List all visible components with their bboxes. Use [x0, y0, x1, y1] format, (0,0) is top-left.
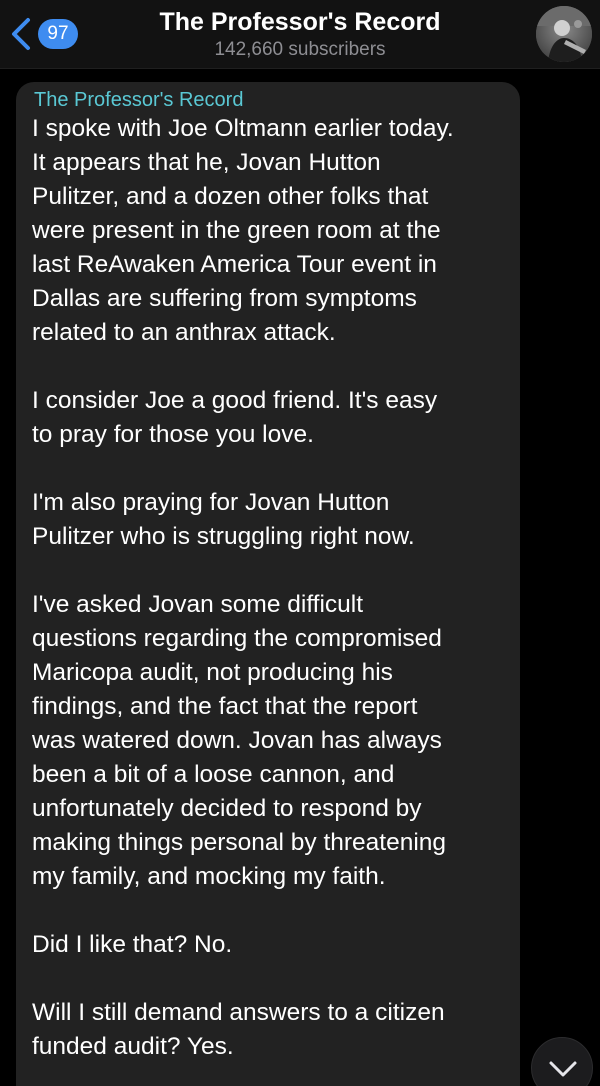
back-button[interactable]: 97 [8, 14, 78, 54]
unread-count-badge: 97 [38, 19, 78, 49]
channel-info[interactable]: The Professor's Record 142,660 subscribe… [120, 6, 480, 62]
telegram-channel-screen: 97 The Professor's Record 142,660 subscr… [0, 0, 600, 1086]
message-bubble[interactable]: The Professor's Record I spoke with Joe … [16, 82, 520, 1086]
message-paragraph: I spoke with Joe Oltmann earlier today. … [32, 115, 454, 346]
message-author[interactable]: The Professor's Record [34, 88, 502, 112]
message-paragraph: I'm also praying for Jovan Hutton Pulitz… [32, 489, 415, 550]
chevron-left-icon [12, 18, 30, 50]
avatar-photo [536, 6, 592, 62]
message-paragraph: Did I like that? No. [32, 931, 233, 958]
message-paragraph: I consider Joe a good friend. It's easy … [32, 387, 438, 448]
chevron-down-icon [549, 1061, 577, 1077]
message-text: I spoke with Joe Oltmann earlier today. … [32, 112, 502, 1064]
message-paragraph: I've asked Jovan some difficult question… [32, 591, 447, 890]
scroll-to-bottom-button[interactable] [531, 1037, 593, 1086]
subscriber-count: 142,660 subscribers [214, 39, 386, 60]
channel-title: The Professor's Record [159, 8, 441, 36]
channel-avatar[interactable] [536, 6, 592, 62]
channel-header: 97 The Professor's Record 142,660 subscr… [0, 0, 600, 69]
message-paragraph: Will I still demand answers to a citizen… [32, 999, 445, 1060]
